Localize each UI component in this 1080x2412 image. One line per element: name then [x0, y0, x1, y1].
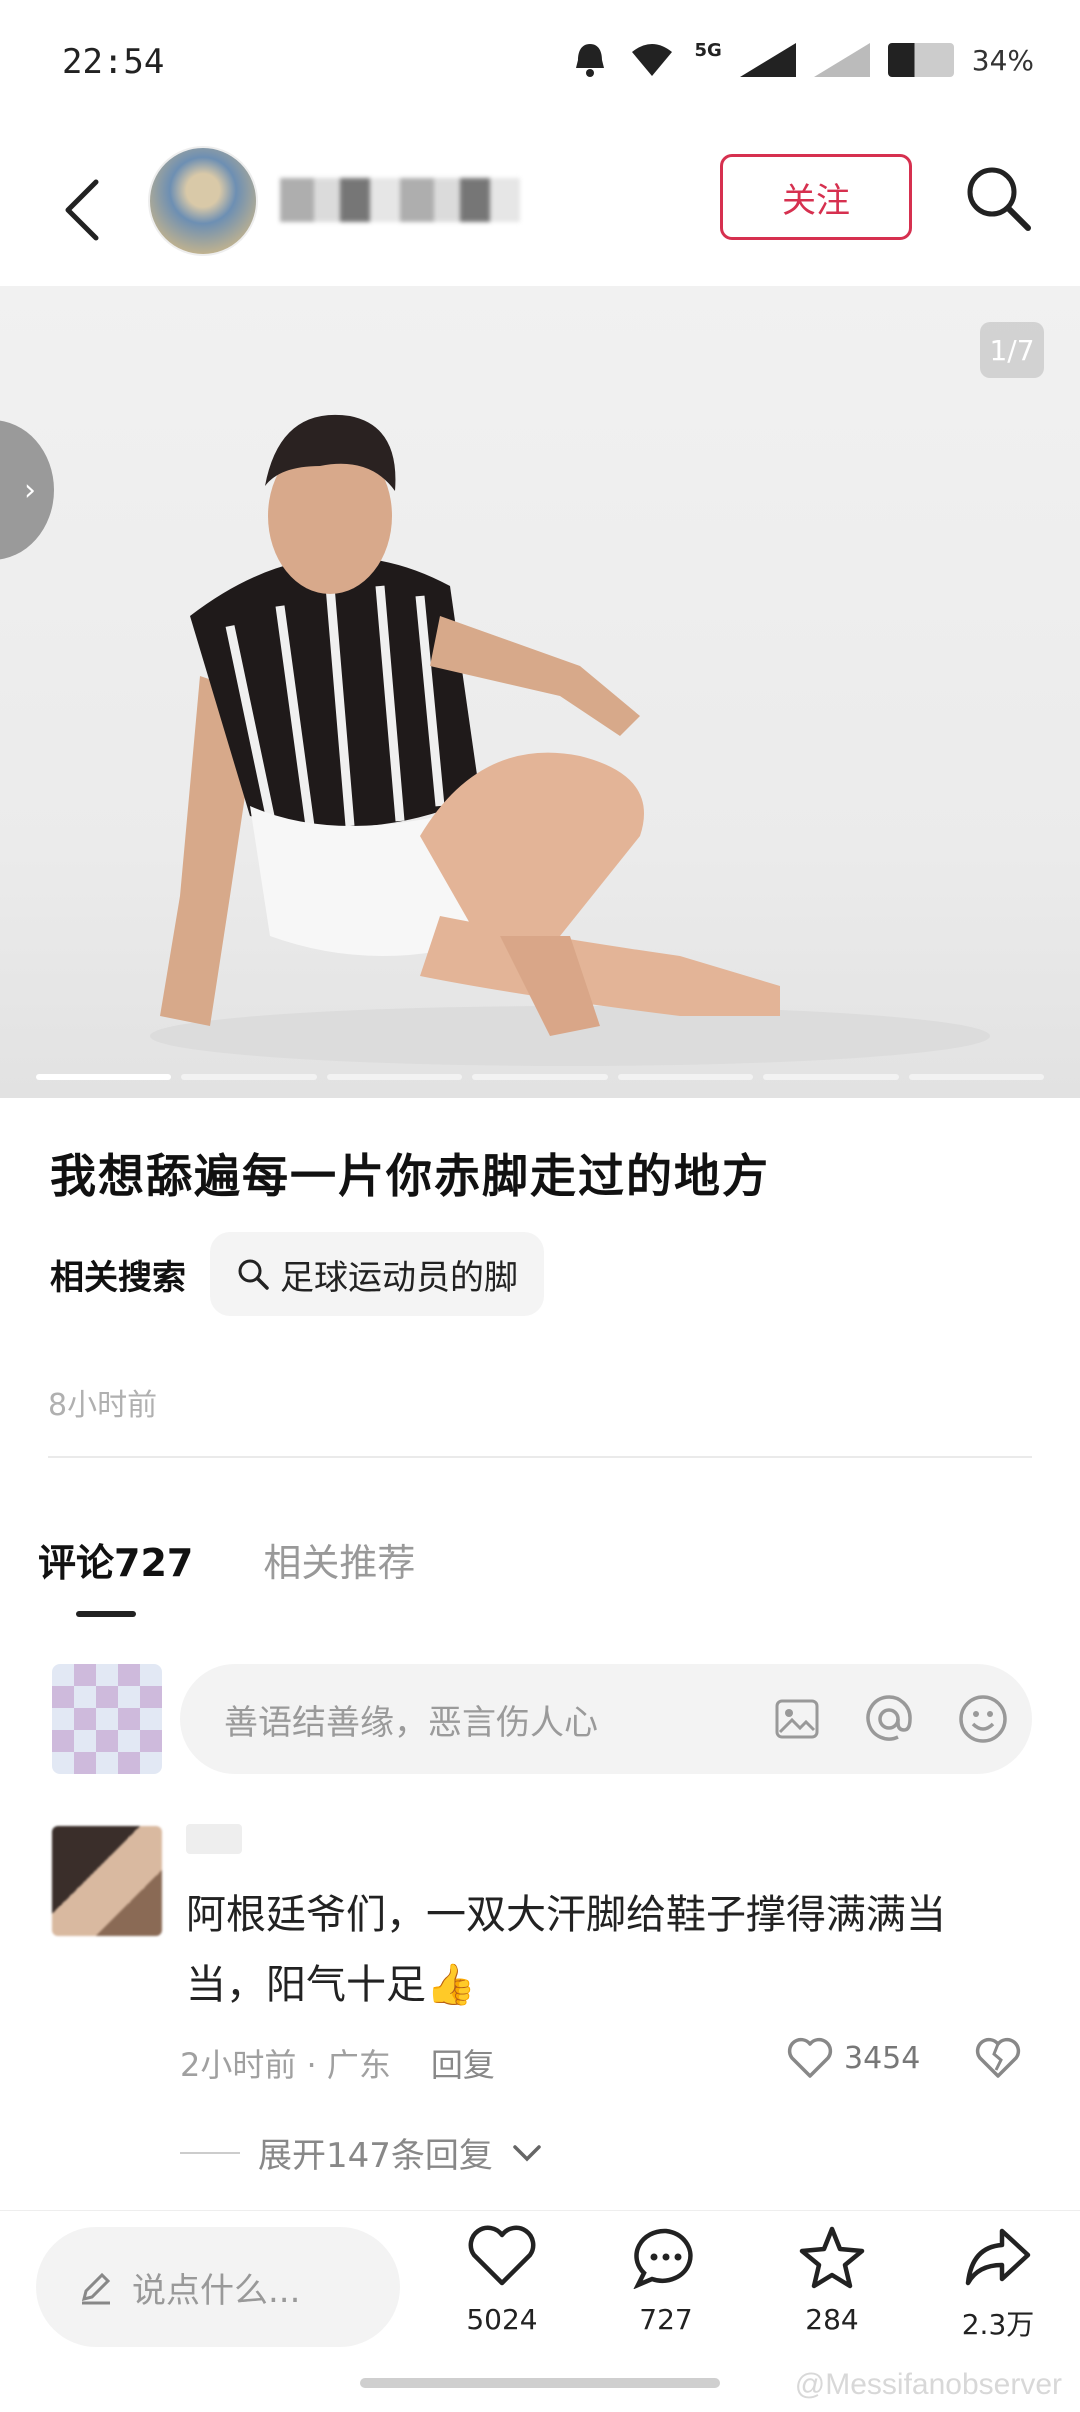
progress-segment	[763, 1074, 899, 1080]
comment-button[interactable]: 727	[606, 2225, 726, 2336]
mention-icon[interactable]	[862, 1692, 916, 1746]
author-avatar[interactable]	[148, 146, 258, 256]
comment-input-placeholder: 善语结善缘，恶言伤人心	[224, 1702, 598, 1743]
comment-input-tools	[772, 1692, 1032, 1746]
post-title: 我想舔遍每一片你赤脚走过的地方	[50, 1149, 770, 1203]
tab-comments[interactable]: 评论727	[38, 1532, 193, 1617]
signal-2-icon	[813, 43, 870, 77]
like-count: 5024	[466, 2303, 538, 2336]
alarm-icon	[576, 44, 605, 77]
status-icons: 5G 34%	[570, 40, 1034, 80]
expand-replies-label: 展开147条回复	[258, 2136, 493, 2176]
post-image[interactable]: 1/7 ›	[0, 286, 1080, 1098]
comment-meta: 2小时前 · 广东 回复	[180, 2040, 495, 2086]
related-search-query: 足球运动员的脚	[280, 1257, 518, 1298]
pencil-icon	[81, 2272, 111, 2305]
commenter-avatar[interactable]	[52, 1826, 162, 1936]
status-bar: 22:54 5G 34%	[0, 0, 1080, 120]
battery-icon	[887, 43, 954, 77]
search-button[interactable]	[958, 158, 1038, 238]
comment-location: · 广东	[306, 2046, 391, 2084]
progress-segment	[908, 1074, 1044, 1080]
heart-icon	[787, 2037, 833, 2078]
say-something-placeholder: 说点什么...	[132, 2270, 301, 2311]
comment-input[interactable]: 善语结善缘，恶言伤人心	[180, 1664, 1032, 1774]
say-something-input[interactable]: 说点什么...	[36, 2227, 400, 2347]
wifi-icon	[632, 44, 673, 76]
like-button[interactable]: 5024	[442, 2225, 562, 2336]
favorite-button[interactable]: 284	[772, 2225, 892, 2336]
expand-divider	[180, 2151, 240, 2154]
emoji-icon[interactable]	[956, 1692, 1010, 1746]
search-icon	[238, 1259, 269, 1290]
progress-segment	[181, 1074, 317, 1080]
follow-button[interactable]: 关注	[720, 154, 912, 240]
favorite-count: 284	[805, 2303, 859, 2336]
comment-like-button[interactable]: 3454	[786, 2036, 920, 2080]
signal-icon	[739, 43, 796, 77]
related-search-row: 相关搜索 足球运动员的脚	[50, 1232, 544, 1316]
share-arrow-icon	[965, 2228, 1031, 2286]
expand-replies-button[interactable]: 展开147条回复	[180, 2128, 543, 2177]
comment-dislike-button[interactable]	[974, 2036, 1022, 2084]
comment-count: 727	[639, 2303, 693, 2336]
progress-segment	[617, 1074, 754, 1080]
watermark: @Messifanobserver	[794, 2368, 1062, 2401]
chat-bubble-icon	[633, 2228, 693, 2289]
comment-text: 阿根廷爷们，一双大汗脚给鞋子撑得满满当当，阳气十足👍	[186, 1892, 946, 2008]
progress-segment	[36, 1074, 172, 1080]
author-name-redacted[interactable]	[280, 178, 520, 222]
divider	[48, 1456, 1032, 1458]
comment-time-location: 2小时前 · 广东	[180, 2040, 391, 2086]
progress-segment	[326, 1074, 463, 1080]
share-button[interactable]: 2.3万	[938, 2225, 1058, 2343]
my-avatar	[52, 1664, 162, 1774]
reply-button[interactable]: 回复	[431, 2040, 495, 2086]
seated-person-illustration	[150, 414, 990, 1066]
progress-segment	[472, 1074, 608, 1080]
post-header: 关注	[0, 140, 1080, 290]
comment-tabs: 评论727 相关推荐	[38, 1532, 415, 1617]
back-button[interactable]	[52, 170, 112, 250]
commenter-name-redacted[interactable]	[186, 1824, 242, 1854]
network-label: 5G	[694, 39, 722, 61]
comment-time: 2小时前	[180, 2046, 297, 2084]
broken-heart-icon	[975, 2037, 1021, 2078]
image-icon[interactable]	[772, 1694, 822, 1744]
status-time: 22:54	[62, 42, 165, 82]
search-icon	[967, 167, 1031, 231]
previous-image-button[interactable]: ›	[0, 420, 54, 560]
post-time: 8小时前	[48, 1388, 158, 1423]
related-search-label: 相关搜索	[50, 1257, 186, 1298]
chevron-right-icon: ›	[24, 472, 36, 508]
star-icon	[799, 2226, 865, 2289]
home-indicator[interactable]	[360, 2378, 720, 2388]
heart-icon	[468, 2225, 536, 2286]
battery-level: 34%	[971, 43, 1034, 77]
chevron-left-icon	[65, 179, 99, 241]
related-search-chip[interactable]: 足球运动员的脚	[210, 1232, 544, 1316]
chevron-down-icon	[513, 2144, 541, 2161]
page-counter: 1/7	[980, 322, 1044, 378]
tab-related[interactable]: 相关推荐	[263, 1532, 415, 1617]
comment-like-count: 3454	[844, 2040, 921, 2076]
image-progress-indicator	[36, 1074, 1044, 1080]
share-count: 2.3万	[961, 2308, 1035, 2341]
